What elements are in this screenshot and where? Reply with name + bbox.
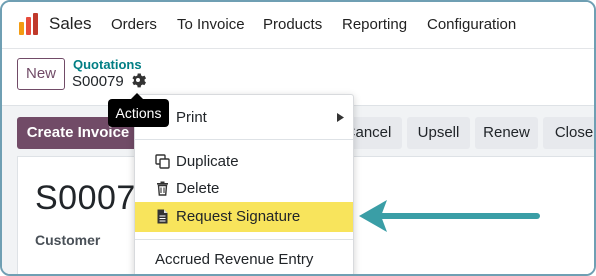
gear-icon[interactable]: [130, 72, 146, 88]
menu-item-accrued-revenue-entry[interactable]: Accrued Revenue Entry: [135, 245, 353, 273]
trash-icon: [157, 181, 168, 196]
menu-orders[interactable]: Orders: [111, 16, 157, 33]
menu-to-invoice[interactable]: To Invoice: [177, 16, 245, 33]
new-button[interactable]: New: [17, 58, 65, 90]
annotation-arrow-icon: [359, 200, 540, 232]
menu-divider: [135, 239, 353, 240]
duplicate-icon: [155, 154, 170, 169]
app-window: Sales Orders To Invoice Products Reporti…: [0, 0, 596, 276]
document-icon: [157, 209, 168, 224]
top-navbar: Sales Orders To Invoice Products Reporti…: [2, 2, 594, 49]
sales-app-icon[interactable]: [17, 12, 41, 36]
renew-button[interactable]: Renew: [475, 117, 538, 149]
app-brand[interactable]: Sales: [49, 14, 92, 34]
record-title: S0007: [35, 179, 136, 217]
menu-divider: [135, 139, 353, 140]
request-signature-label: Request Signature: [176, 208, 301, 225]
breadcrumb-quotations[interactable]: Quotations: [73, 57, 142, 72]
delete-label: Delete: [176, 180, 220, 197]
record-name: S00079: [72, 73, 124, 90]
menu-configuration[interactable]: Configuration: [427, 16, 516, 33]
actions-tooltip: Actions: [108, 99, 169, 127]
caret-right-icon: [337, 113, 344, 122]
menu-reporting[interactable]: Reporting: [342, 16, 407, 33]
accrued-revenue-label: Accrued Revenue Entry: [155, 251, 314, 268]
menu-item-duplicate[interactable]: Duplicate: [135, 147, 353, 175]
customer-label: Customer: [35, 232, 101, 248]
upsell-button[interactable]: Upsell: [407, 117, 470, 149]
close-button[interactable]: Close: [543, 117, 594, 149]
duplicate-label: Duplicate: [176, 153, 239, 170]
print-label: Print: [176, 109, 207, 126]
menu-item-delete[interactable]: Delete: [135, 174, 353, 202]
menu-item-request-signature[interactable]: Request Signature: [135, 202, 353, 232]
menu-products[interactable]: Products: [263, 16, 322, 33]
